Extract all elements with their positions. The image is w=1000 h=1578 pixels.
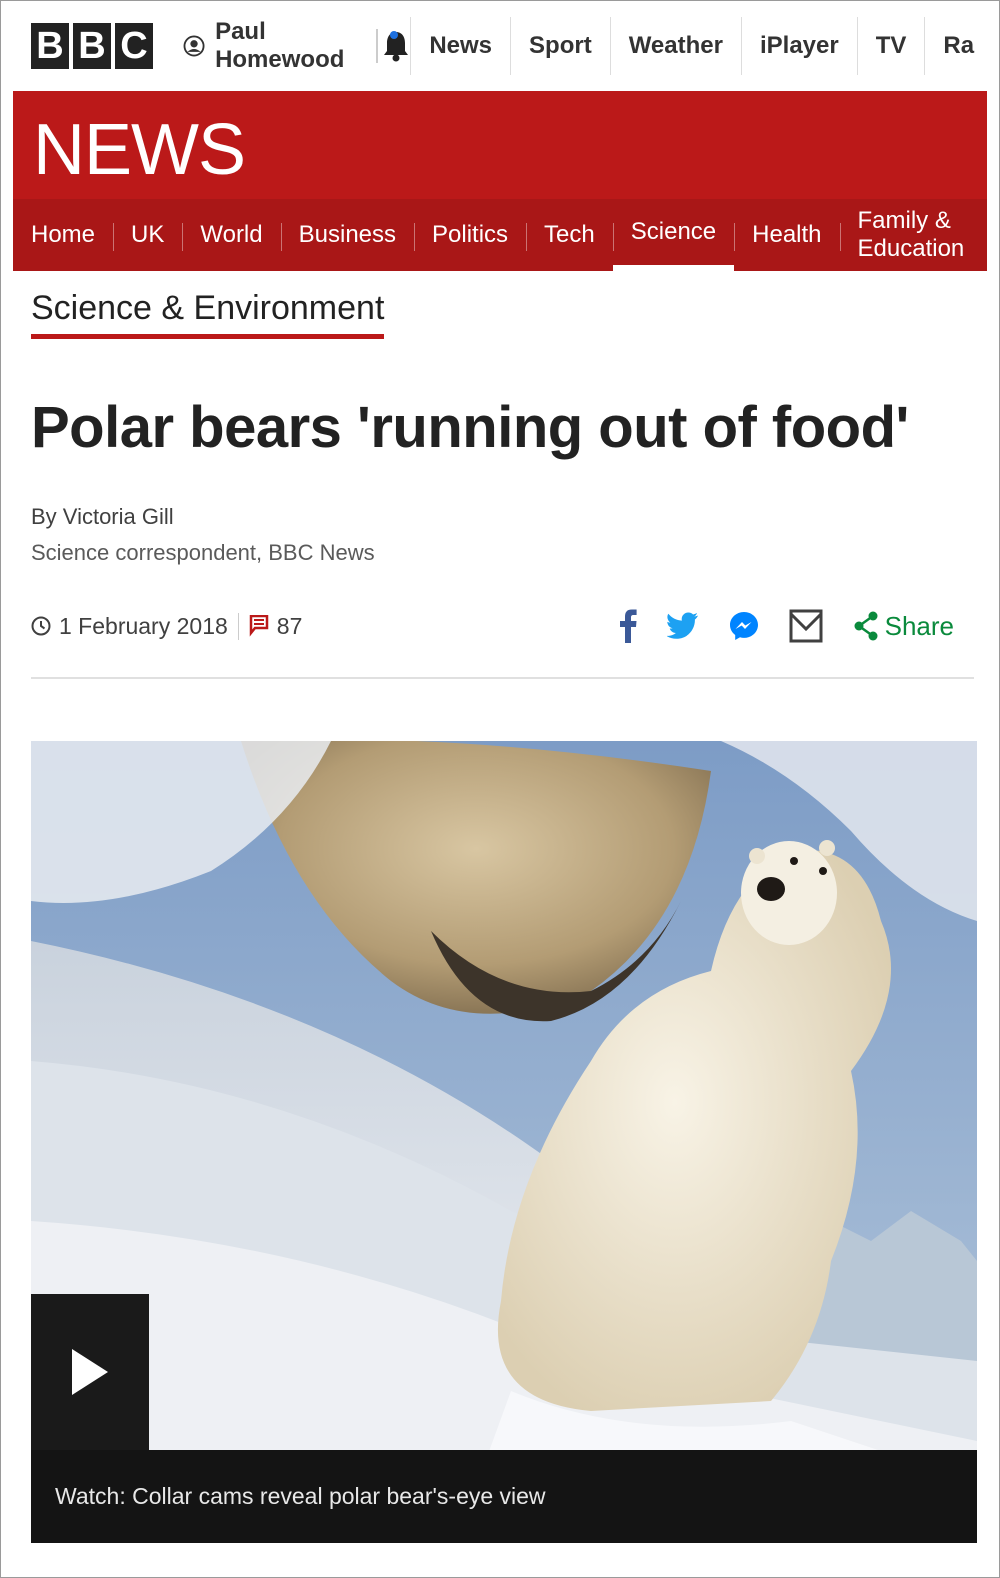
share-messenger-button[interactable] (729, 611, 759, 641)
top-link-weather[interactable]: Weather (609, 17, 741, 75)
date-text: 1 February 2018 (59, 612, 228, 639)
facebook-icon (619, 609, 637, 643)
top-link-news[interactable]: News (410, 17, 510, 75)
news-banner: NEWS Home UK World Business Politics Tec… (13, 91, 987, 271)
top-link-radio[interactable]: Ra (924, 17, 992, 75)
nav-item-tech[interactable]: Tech (526, 199, 613, 271)
bbc-logo[interactable]: B B C (13, 1, 163, 91)
video-player[interactable]: Watch: Collar cams reveal polar bear's-e… (31, 741, 977, 1543)
article-meta-row: 1 February 2018 87 Share (31, 604, 954, 648)
top-link-tv[interactable]: TV (856, 17, 925, 75)
bbc-top-bar: B B C Paul Homewood News Sport Weather i… (13, 1, 987, 91)
publish-date: 1 February 2018 (31, 612, 239, 640)
clock-icon (31, 616, 51, 636)
video-caption: Watch: Collar cams reveal polar bear's-e… (31, 1450, 977, 1543)
nav-item-uk[interactable]: UK (113, 199, 182, 271)
share-icon (854, 611, 878, 641)
page-frame: B B C Paul Homewood News Sport Weather i… (0, 0, 1000, 1578)
logo-letter: C (115, 23, 153, 69)
nav-item-world[interactable]: World (182, 199, 280, 271)
share-facebook-button[interactable] (619, 609, 637, 643)
share-label: Share (884, 610, 954, 641)
author-role: Science correspondent, BBC News (31, 540, 375, 565)
logo-letter: B (31, 23, 69, 69)
share-email-button[interactable] (789, 609, 823, 643)
share-tools: Share (619, 609, 954, 643)
account-name: Paul Homewood (215, 18, 345, 73)
meta-divider (31, 677, 974, 679)
top-link-iplayer[interactable]: iPlayer (740, 17, 857, 75)
notifications-button[interactable] (382, 1, 410, 91)
twitter-icon (666, 612, 698, 639)
section-label[interactable]: Science & Environment (31, 289, 385, 339)
chevron-divider (364, 29, 379, 63)
comment-count: 87 (276, 612, 303, 639)
account-link[interactable]: Paul Homewood (163, 1, 382, 91)
play-icon (72, 1349, 108, 1395)
nav-item-politics[interactable]: Politics (414, 199, 526, 271)
user-icon (183, 35, 205, 57)
byline: By Victoria Gill Science correspondent, … (31, 499, 375, 571)
nav-item-family-education[interactable]: Family & Education (839, 199, 987, 271)
comment-icon (249, 615, 269, 637)
email-icon (789, 609, 823, 643)
messenger-icon (729, 612, 758, 640)
polar-bear-video-still (31, 741, 977, 1543)
comments-link[interactable]: 87 (239, 612, 303, 640)
logo-letter: B (73, 23, 111, 69)
news-wordmark[interactable]: NEWS (33, 109, 246, 191)
share-button[interactable]: Share (853, 611, 954, 642)
nav-item-health[interactable]: Health (734, 199, 839, 271)
headline: Polar bears 'running out of food' (31, 395, 909, 460)
play-button[interactable] (31, 1294, 149, 1450)
section-nav: Home UK World Business Politics Tech Sci… (13, 199, 987, 271)
nav-item-home[interactable]: Home (13, 199, 113, 271)
top-link-sport[interactable]: Sport (510, 17, 610, 75)
author-name: By Victoria Gill (31, 504, 174, 529)
nav-item-business[interactable]: Business (280, 199, 414, 271)
share-twitter-button[interactable] (666, 612, 699, 640)
nav-item-science[interactable]: Science (612, 199, 735, 271)
